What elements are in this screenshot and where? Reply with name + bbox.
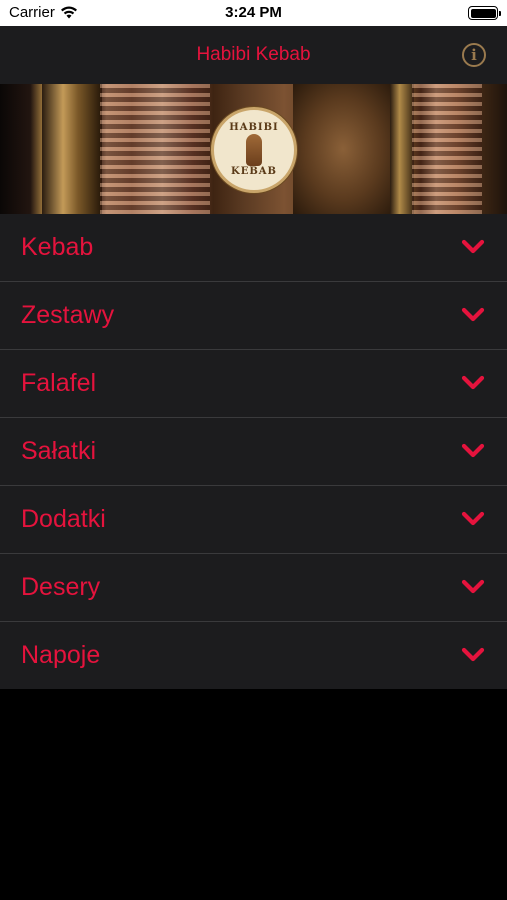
chevron-down-icon[interactable]	[461, 237, 485, 257]
banner-pole-left	[42, 84, 102, 214]
chevron-down-icon[interactable]	[461, 509, 485, 529]
menu-item-label: Falafel	[21, 369, 97, 397]
menu-category-list: Kebab Zestawy Falafel Sałatki Dodatki De…	[0, 214, 507, 689]
chevron-down-icon[interactable]	[461, 645, 485, 665]
banner-stripes-right	[412, 84, 482, 214]
menu-item-label: Zestawy	[21, 301, 115, 329]
menu-item-label: Kebab	[21, 233, 94, 261]
menu-item-label: Desery	[21, 573, 101, 601]
habibi-kebab-logo: HABIBI KEBAB	[211, 107, 297, 193]
header-banner-image: HABIBI KEBAB	[0, 84, 507, 214]
kebab-skewer-icon	[246, 134, 262, 166]
menu-item-kebab[interactable]: Kebab	[0, 214, 507, 282]
logo-text-top: HABIBI	[229, 122, 279, 133]
banner-stripes-left	[100, 84, 210, 214]
chevron-down-icon[interactable]	[461, 441, 485, 461]
battery-icon	[468, 6, 501, 20]
menu-item-label: Dodatki	[21, 505, 106, 533]
menu-item-desery[interactable]: Desery	[0, 554, 507, 622]
banner-kebab-meat	[293, 84, 393, 214]
menu-item-falafel[interactable]: Falafel	[0, 350, 507, 418]
menu-item-dodatki[interactable]: Dodatki	[0, 486, 507, 554]
menu-item-zestawy[interactable]: Zestawy	[0, 282, 507, 350]
logo-text-bottom: KEBAB	[231, 166, 277, 177]
menu-item-label: Napoje	[21, 641, 101, 669]
banner-pole-right	[390, 84, 414, 214]
status-bar: Carrier 3:24 PM	[0, 0, 507, 26]
chevron-down-icon[interactable]	[461, 305, 485, 325]
menu-item-label: Sałatki	[21, 437, 97, 465]
page-title: Habibi Kebab	[196, 44, 311, 65]
menu-item-napoje[interactable]: Napoje	[0, 622, 507, 689]
info-icon[interactable]: i	[462, 43, 486, 67]
menu-item-salatki[interactable]: Sałatki	[0, 418, 507, 486]
status-time: 3:24 PM	[225, 4, 282, 21]
chevron-down-icon[interactable]	[461, 373, 485, 393]
navigation-bar: Habibi Kebab i	[0, 26, 507, 84]
chevron-down-icon[interactable]	[461, 577, 485, 597]
